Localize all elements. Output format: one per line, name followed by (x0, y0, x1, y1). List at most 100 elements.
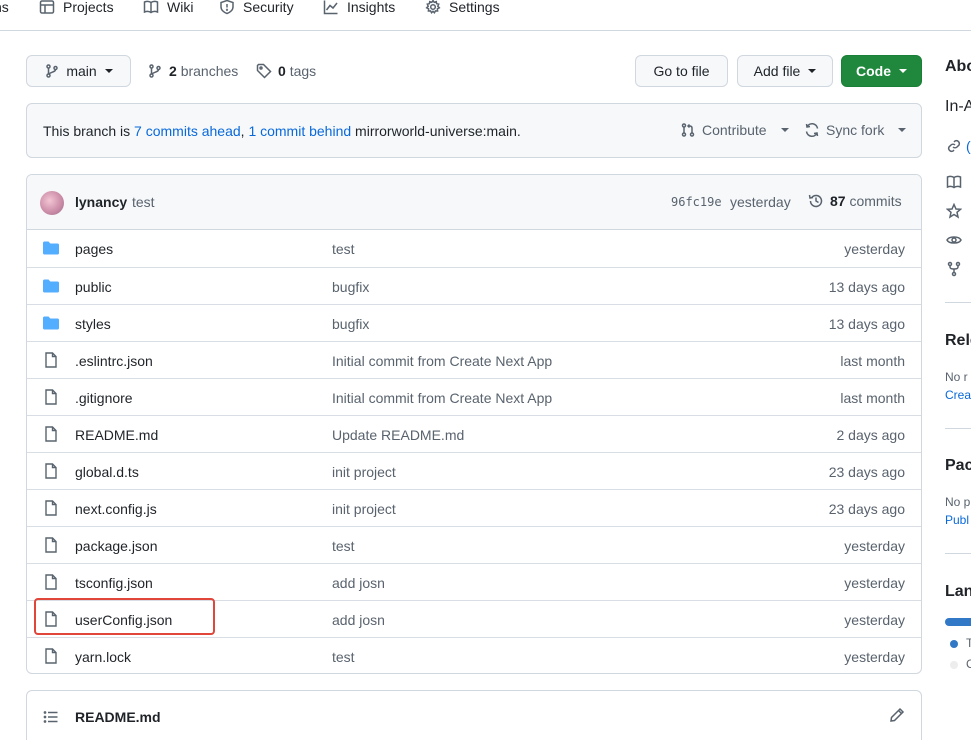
highlight-box (34, 598, 215, 635)
file-name-link[interactable]: styles (75, 316, 111, 332)
about-link[interactable]: ( (966, 138, 971, 154)
table-row: global.d.ts init project 23 days ago (27, 452, 921, 489)
branch-status-text: This branch is 7 commits ahead, 1 commit… (43, 123, 521, 139)
table-row: .eslintrc.json Initial commit from Create… (27, 341, 921, 378)
star-icon[interactable] (946, 203, 962, 219)
file-name-link[interactable]: .gitignore (75, 390, 133, 406)
file-name-link[interactable]: pages (75, 241, 113, 257)
file-name-link[interactable]: .eslintrc.json (75, 353, 153, 369)
contribute-button[interactable]: Contribute (680, 122, 789, 138)
file-commit-message-link[interactable]: init project (332, 501, 396, 517)
file-commit-date: yesterday (844, 575, 905, 591)
code-button[interactable]: Code (841, 55, 922, 87)
commits-history-link[interactable]: 87 commits (808, 193, 902, 209)
list-icon[interactable] (43, 709, 59, 725)
file-icon (45, 389, 57, 405)
file-name-link[interactable]: next.config.js (75, 501, 157, 517)
about-description: In-A (945, 98, 971, 115)
table-row: .gitignore Initial commit from Create Nex… (27, 378, 921, 415)
table-row: next.config.js init project 23 days ago (27, 489, 921, 526)
file-commit-message-link[interactable]: add josn (332, 612, 385, 628)
readme-title[interactable]: README.md (75, 709, 161, 725)
nav-tab-settings[interactable]: Settings (425, 0, 500, 18)
branch-select-button[interactable]: main (26, 55, 131, 87)
language-label[interactable]: C (966, 657, 971, 671)
sync-fork-label: Sync fork (826, 122, 885, 138)
language-dot (950, 661, 958, 669)
add-file-button[interactable]: Add file (737, 55, 833, 87)
table-row: yarn.lock test yesterday (27, 637, 921, 673)
history-icon (808, 194, 823, 208)
tags-label: tags (289, 63, 317, 79)
gear-icon (425, 0, 441, 15)
file-commit-date: 13 days ago (828, 316, 905, 332)
sidebar-divider (945, 553, 971, 554)
sidebar-divider (945, 302, 971, 303)
fork-icon[interactable] (946, 261, 962, 277)
nav-tab-settings-label: Settings (449, 0, 500, 15)
commits-behind-link[interactable]: 1 commit behind (248, 123, 351, 139)
commit-message[interactable]: test (132, 194, 155, 210)
about-heading: Abo (945, 58, 971, 75)
file-commit-date: 23 days ago (828, 464, 905, 480)
create-release-link[interactable]: Crea (945, 388, 971, 402)
table-row: tsconfig.json add josn yesterday (27, 563, 921, 600)
commits-ahead-link[interactable]: 7 commits ahead (134, 123, 241, 139)
table-row: public bugfix 13 days ago (27, 267, 921, 304)
nav-tab-insights[interactable]: Insights (323, 0, 395, 18)
book-icon[interactable] (946, 174, 962, 190)
commit-author[interactable]: lynancy (75, 194, 127, 210)
file-commit-message-link[interactable]: init project (332, 464, 396, 480)
file-name-link[interactable]: public (75, 279, 112, 295)
branches-link[interactable]: 2 branches (147, 63, 238, 79)
pencil-icon[interactable] (889, 707, 905, 723)
file-commit-date: 13 days ago (828, 279, 905, 295)
nav-tab-insights-label: Insights (347, 0, 396, 15)
tags-link[interactable]: 0 tags (256, 63, 316, 79)
branch-status-separator: , (240, 123, 245, 139)
upstream-branch: mirrorworld-universe:main. (355, 123, 521, 139)
go-to-file-button[interactable]: Go to file (635, 55, 728, 87)
language-label[interactable]: T (966, 636, 971, 650)
nav-tab-projects-label: Projects (63, 0, 114, 15)
table-row: pages test yesterday (27, 230, 921, 267)
file-commit-message-link[interactable]: bugfix (332, 316, 369, 332)
file-commit-message-link[interactable]: test (332, 538, 355, 554)
nav-tab-actions[interactable]: ns (0, 0, 9, 18)
file-icon (45, 537, 57, 553)
file-name-link[interactable]: yarn.lock (75, 649, 131, 665)
nav-tab-wiki-label: Wiki (167, 0, 194, 15)
releases-heading[interactable]: Rele (945, 332, 971, 350)
table-row: package.json test yesterday (27, 526, 921, 563)
releases-empty-text: No r (945, 370, 968, 384)
folder-icon (43, 316, 59, 330)
nav-tab-security[interactable]: Security (219, 0, 294, 18)
avatar[interactable] (40, 191, 64, 215)
sync-fork-button[interactable]: Sync fork (804, 122, 907, 138)
file-commit-message-link[interactable]: bugfix (332, 279, 369, 295)
file-commit-message-link[interactable]: Initial commit from Create Next App (332, 390, 552, 406)
file-commit-message-link[interactable]: test (332, 241, 355, 257)
file-commit-message-link[interactable]: add josn (332, 575, 385, 591)
file-commit-message-link[interactable]: test (332, 649, 355, 665)
file-name-link[interactable]: README.md (75, 427, 158, 443)
file-commit-date: yesterday (844, 538, 905, 554)
nav-tab-wiki[interactable]: Wiki (143, 0, 193, 18)
file-commit-message-link[interactable]: Initial commit from Create Next App (332, 353, 552, 369)
packages-empty-text: No p (945, 495, 971, 509)
eye-icon[interactable] (946, 232, 962, 248)
packages-heading[interactable]: Pac (945, 457, 971, 475)
commit-hash[interactable]: 96fc19e (671, 195, 722, 209)
commit-date: yesterday (730, 194, 791, 210)
file-name-link[interactable]: package.json (75, 538, 158, 554)
table-row: styles bugfix 13 days ago (27, 304, 921, 341)
file-icon (45, 352, 57, 368)
contribute-label: Contribute (702, 122, 767, 138)
publish-package-link[interactable]: Publ (945, 513, 969, 527)
file-name-link[interactable]: tsconfig.json (75, 575, 153, 591)
add-file-label: Add file (753, 63, 801, 79)
chevron-down-icon (899, 69, 907, 73)
file-name-link[interactable]: global.d.ts (75, 464, 139, 480)
nav-tab-projects[interactable]: Projects (39, 0, 114, 18)
file-commit-message-link[interactable]: Update README.md (332, 427, 464, 443)
